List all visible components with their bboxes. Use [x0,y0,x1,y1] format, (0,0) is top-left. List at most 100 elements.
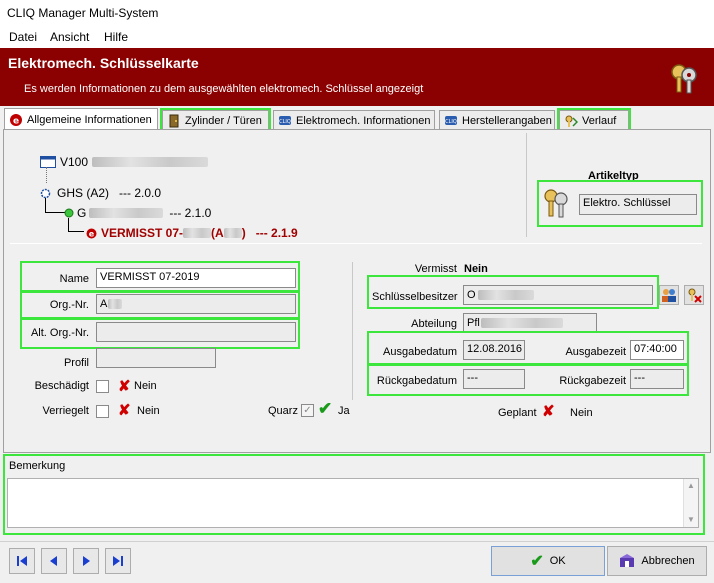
quarz-checkbox[interactable]: ✓ [301,404,314,417]
scrollbar[interactable]: ▲ ▼ [683,479,698,527]
redacted-text [92,157,209,167]
org-input[interactable]: A [96,294,296,314]
beschaedigt-label: Beschädigt [34,380,89,392]
tree-line [46,167,47,183]
tree-root[interactable]: V100 [40,155,209,169]
scroll-down-icon[interactable]: ▼ [687,515,695,524]
artikeltyp-label: Artikeltyp [588,170,639,182]
last-record-button[interactable] [105,548,131,574]
profil-input[interactable] [96,348,216,368]
bemerkung-textarea[interactable] [7,478,699,528]
cancel-icon [620,554,635,567]
altorg-label: Alt. Org.-Nr. [30,327,89,339]
redacted-text [477,290,534,300]
check-icon: ✔ [530,553,544,570]
tree-line [45,198,65,213]
tree-ghs-version: --- 2.0.0 [119,186,162,200]
tab-label: Allgemeine Informationen [27,113,152,126]
artikeltyp-group: Elektro. Schlüssel [537,180,703,227]
menu-bar: Datei Ansicht Hilfe [0,28,714,48]
tab-herstellerangaben[interactable]: CLIQ Herstellerangaben [439,110,555,130]
bemerkung-label: Bemerkung [9,460,66,472]
window-title: CLIQ Manager Multi-System [7,6,159,20]
besitzer-value: O [467,289,476,301]
verriegelt-label: Verriegelt [42,405,89,417]
tab-label: Herstellerangaben [462,114,552,127]
first-icon [17,556,27,566]
keys-icon [544,189,568,218]
name-input[interactable]: VERMISST 07-2019 [96,268,296,288]
tree-key-mid: (A [211,226,224,240]
remove-key-icon [688,288,702,303]
vermisst-label: Vermisst [414,263,457,275]
svg-text:CLIQ: CLIQ [279,119,291,125]
ausgabedatum-input[interactable]: 12.08.2016 [463,340,525,360]
redacted-text [183,228,212,238]
rueckgabedatum-input[interactable]: --- [463,369,525,389]
title-bar: CLIQ Manager Multi-System [0,0,714,28]
rueckgabezeit-label: Rückgabezeit [559,375,626,387]
ausgabezeit-input[interactable]: 07:40:00 [630,340,684,360]
tab-zylinder-tueren[interactable]: Zylinder / Türen [160,108,271,132]
menu-datei[interactable]: Datei [9,30,37,44]
alert-icon: e [10,113,22,126]
abteilung-label: Abteilung [411,318,457,330]
next-record-button[interactable] [73,548,99,574]
previous-record-button[interactable] [41,548,67,574]
gear-icon [40,188,51,198]
org-label: Org.-Nr. [49,299,89,311]
ok-button-label: OK [549,555,566,567]
cancel-button-label: Abbrechen [641,555,695,567]
previous-icon [50,556,57,566]
tree-group-version: --- 2.1.0 [169,206,212,220]
rueckgabezeit-input[interactable]: --- [630,369,684,389]
select-owner-button[interactable] [659,285,679,305]
geplant-label: Geplant [498,407,537,419]
svg-text:e: e [89,229,95,238]
divider [526,133,527,237]
check-icon: ✔ [318,399,333,418]
org-value: A [100,298,108,310]
tab-allgemeine-informationen[interactable]: e Allgemeine Informationen [4,108,158,130]
ausgabedatum-label: Ausgabedatum [383,346,457,358]
group-icon [64,208,74,218]
verriegelt-checkbox[interactable] [96,405,109,418]
redacted-text [480,318,563,328]
ok-button[interactable]: ✔ OK [491,546,605,576]
tree-line [68,218,84,232]
beschaedigt-checkbox[interactable] [96,380,109,393]
name-label: Name [59,273,89,285]
artikeltyp-field: Elektro. Schlüssel [579,194,697,215]
quarz-label: Quarz [268,405,298,417]
svg-text:CLIQ: CLIQ [445,119,457,125]
beschaedigt-value: Nein [134,380,157,392]
besitzer-input[interactable]: O [463,285,653,305]
history-icon [565,115,578,127]
page-header: Elektromech. Schlüsselkarte Es werden In… [0,48,714,106]
page-title: Elektromech. Schlüsselkarte [8,55,199,71]
altorg-input[interactable] [96,322,296,342]
cross-icon: ✘ [118,378,131,395]
abteilung-value: Pfl [467,317,480,329]
keys-logo-icon [671,64,697,94]
last-icon [113,556,123,566]
tree-node-group[interactable]: G --- 2.1.0 [64,206,211,220]
abteilung-input[interactable]: Pfl [463,313,597,333]
menu-hilfe[interactable]: Hilfe [104,30,128,44]
page-subtitle: Es werden Informationen zu dem ausgewähl… [24,83,424,95]
tree-root-label: V100 [60,155,89,169]
vermisst-value: Nein [464,263,488,275]
tree-key-end: ) [241,226,246,240]
scroll-up-icon[interactable]: ▲ [687,481,695,490]
tree-node-key[interactable]: e VERMISST 07- (A) --- 2.1.9 [86,226,298,240]
cross-icon: ✘ [542,403,555,420]
cancel-button[interactable]: Abbrechen [607,546,707,576]
remove-owner-button[interactable] [684,285,704,305]
tab-label: Verlauf [582,114,617,127]
tab-verlauf[interactable]: Verlauf [557,108,631,132]
first-record-button[interactable] [9,548,35,574]
tab-elektromech-informationen[interactable]: CLIQ Elektromech. Informationen [273,110,435,130]
menu-ansicht[interactable]: Ansicht [50,30,89,44]
door-icon [169,114,179,127]
redacted-text [108,299,123,309]
